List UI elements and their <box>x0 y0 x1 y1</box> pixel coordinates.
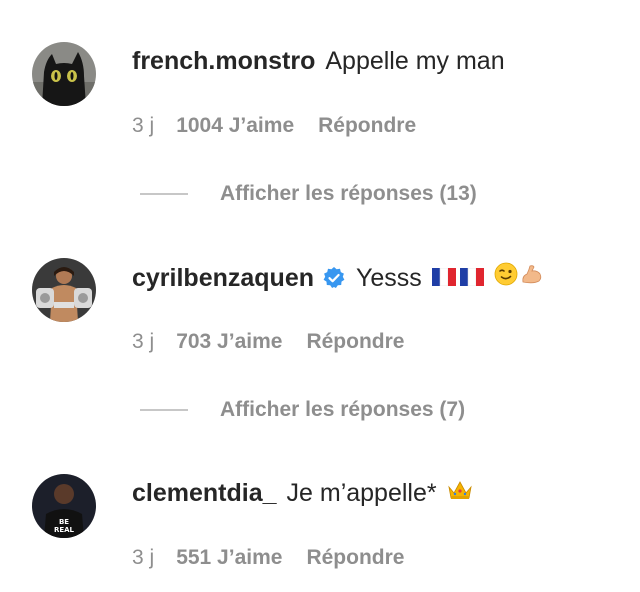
avatar[interactable] <box>32 42 96 106</box>
flag-france-icon <box>431 263 456 293</box>
svg-text:REAL: REAL <box>54 526 75 534</box>
black-cat-photo <box>32 42 96 106</box>
boxer-with-belts-photo <box>32 258 96 322</box>
timestamp[interactable]: 3 j <box>132 113 154 139</box>
timestamp[interactable]: 3 j <box>132 545 154 571</box>
username[interactable]: clementdia_ <box>132 478 277 508</box>
comment-meta: 3 j 1004 J’aime Répondre <box>132 113 416 139</box>
comment-line: clementdia_ Je m’appelle* <box>132 478 473 508</box>
winking-face-icon <box>494 262 518 293</box>
likes-count[interactable]: 703 J’aime <box>176 329 282 355</box>
divider <box>140 193 188 195</box>
comment-text: Je m’appelle* <box>286 479 437 507</box>
comment-line: cyrilbenzaquen Yesss <box>132 262 544 293</box>
divider <box>140 409 188 411</box>
man-be-real-shirt-photo: BE REAL <box>32 474 96 538</box>
reply-button[interactable]: Répondre <box>306 329 404 355</box>
view-replies-label: Afficher les réponses (7) <box>220 398 466 421</box>
verified-badge-icon <box>322 266 346 290</box>
comment-meta: 3 j 703 J’aime Répondre <box>132 329 404 355</box>
timestamp[interactable]: 3 j <box>132 329 154 355</box>
view-replies-button[interactable]: Afficher les réponses (7) <box>140 398 465 422</box>
reply-button[interactable]: Répondre <box>306 545 404 571</box>
crown-icon <box>447 478 473 508</box>
flexed-biceps-icon <box>520 262 544 293</box>
username[interactable]: cyrilbenzaquen <box>132 263 314 293</box>
likes-count[interactable]: 1004 J’aime <box>176 113 294 139</box>
avatar[interactable]: BE REAL <box>32 474 96 538</box>
likes-count[interactable]: 551 J’aime <box>176 545 282 571</box>
avatar[interactable] <box>32 258 96 322</box>
flag-france-icon <box>459 263 484 293</box>
username[interactable]: french.monstro <box>132 46 315 76</box>
reply-button[interactable]: Répondre <box>318 113 416 139</box>
comment-line: french.monstro Appelle my man <box>132 46 505 76</box>
comment-text: Yesss <box>356 263 422 292</box>
view-replies-button[interactable]: Afficher les réponses (13) <box>140 182 477 206</box>
comment-meta: 3 j 551 J’aime Répondre <box>132 545 404 571</box>
comment-text: Appelle my man <box>325 47 505 75</box>
svg-text:BE: BE <box>59 518 69 526</box>
view-replies-label: Afficher les réponses (13) <box>220 182 477 205</box>
